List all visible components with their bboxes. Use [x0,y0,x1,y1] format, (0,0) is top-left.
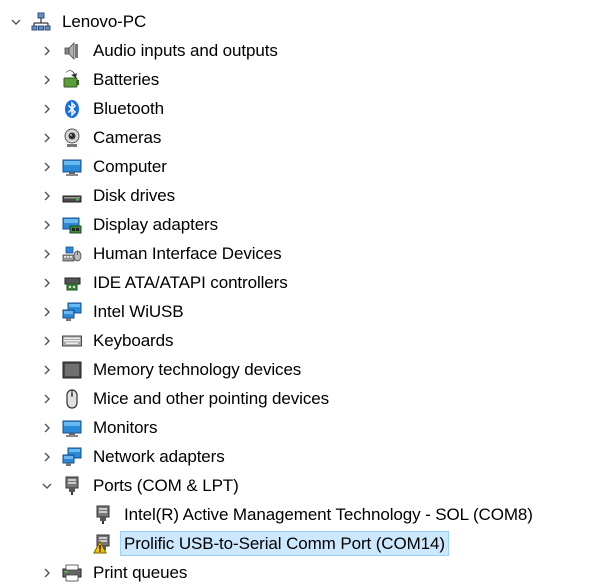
chevron-right-icon[interactable] [40,421,54,435]
tree-node-batteries[interactable]: Batteries [0,65,603,94]
tree-node-label: Cameras [93,128,162,147]
hid-icon [62,244,82,264]
tree-node-label: Disk drives [93,186,176,205]
tree-node-label: Monitors [93,418,158,437]
chevron-right-icon[interactable] [40,334,54,348]
tree-node-disk-drives[interactable]: Disk drives [0,181,603,210]
chevron-right-icon[interactable] [40,73,54,87]
tree-node-cameras[interactable]: Cameras [0,123,603,152]
tree-node-label: IDE ATA/ATAPI controllers [93,273,288,292]
disk-drive-icon [62,186,82,206]
chevron-right-icon[interactable] [40,131,54,145]
chevron-right-icon[interactable] [40,276,54,290]
chevron-right-icon[interactable] [40,450,54,464]
tree-node-print-queues[interactable]: Print queues [0,558,603,587]
chevron-right-icon[interactable] [40,247,54,261]
chevron-right-icon[interactable] [40,44,54,58]
tree-node-label: Batteries [93,70,160,89]
chevron-right-icon[interactable] [40,305,54,319]
port-icon [93,505,113,525]
chevron-right-icon[interactable] [40,160,54,174]
memory-device-icon [62,360,82,380]
port-icon [62,476,82,496]
display-adapter-icon [62,215,82,235]
tree-node-prolific-usb-serial-com14[interactable]: Prolific USB-to-Serial Comm Port (COM14) [0,529,603,558]
webcam-icon [62,128,82,148]
tree-node-intel-amt-sol-com8[interactable]: Intel(R) Active Management Technology - … [0,500,603,529]
tree-node-lenovo-pc[interactable]: Lenovo-PC [0,7,603,36]
tree-node-network-adapters[interactable]: Network adapters [0,442,603,471]
printer-icon [62,563,82,583]
tree-node-label: Computer [93,157,167,176]
tree-node-label: Ports (COM & LPT) [93,476,239,495]
tree-node-label: Keyboards [93,331,174,350]
chevron-right-icon[interactable] [40,566,54,580]
bluetooth-icon [62,99,82,119]
tree-node-keyboards[interactable]: Keyboards [0,326,603,355]
tree-node-memory-technology-devices[interactable]: Memory technology devices [0,355,603,384]
tree-node-label: Lenovo-PC [62,12,147,31]
chevron-right-icon[interactable] [40,102,54,116]
tree-node-label: Prolific USB-to-Serial Comm Port (COM14) [120,531,449,556]
tree-node-ports-com-lpt[interactable]: Ports (COM & LPT) [0,471,603,500]
monitor-icon [62,418,82,438]
monitor-icon [62,157,82,177]
tree-node-label: Network adapters [93,447,225,466]
chevron-right-icon[interactable] [40,218,54,232]
tree-node-human-interface-devices[interactable]: Human Interface Devices [0,239,603,268]
chevron-down-icon[interactable] [9,15,23,29]
tree-node-label: Intel(R) Active Management Technology - … [124,505,533,524]
tree-node-label: Bluetooth [93,99,164,118]
ide-controller-icon [62,273,82,293]
network-monitor-icon [62,447,82,467]
tree-node-mice-and-other-pointing-devices[interactable]: Mice and other pointing devices [0,384,603,413]
tree-node-ide-ata-atapi-controllers[interactable]: IDE ATA/ATAPI controllers [0,268,603,297]
tree-node-display-adapters[interactable]: Display adapters [0,210,603,239]
tree-node-monitors[interactable]: Monitors [0,413,603,442]
computer-tree-icon [31,12,51,32]
chevron-right-icon[interactable] [40,189,54,203]
tree-node-label: Intel WiUSB [93,302,184,321]
mouse-icon [62,388,82,409]
chevron-right-icon[interactable] [40,363,54,377]
chevron-down-icon[interactable] [40,479,54,493]
tree-node-label: Display adapters [93,215,219,234]
tree-node-label: Human Interface Devices [93,244,282,263]
tree-node-label: Print queues [93,563,188,582]
network-monitor-icon [62,302,82,322]
speaker-icon [62,41,82,61]
keyboard-icon [62,331,82,351]
tree-node-audio-inputs-and-outputs[interactable]: Audio inputs and outputs [0,36,603,65]
tree-node-intel-wiusb[interactable]: Intel WiUSB [0,297,603,326]
tree-node-computer[interactable]: Computer [0,152,603,181]
chevron-right-icon[interactable] [40,392,54,406]
device-tree: Lenovo-PC Audio inputs and outputs Batte… [0,7,603,587]
battery-icon [62,69,82,90]
port-warning-icon [93,534,113,554]
tree-node-label: Memory technology devices [93,360,302,379]
tree-node-label: Mice and other pointing devices [93,389,329,408]
tree-node-bluetooth[interactable]: Bluetooth [0,94,603,123]
tree-node-label: Audio inputs and outputs [93,41,278,60]
